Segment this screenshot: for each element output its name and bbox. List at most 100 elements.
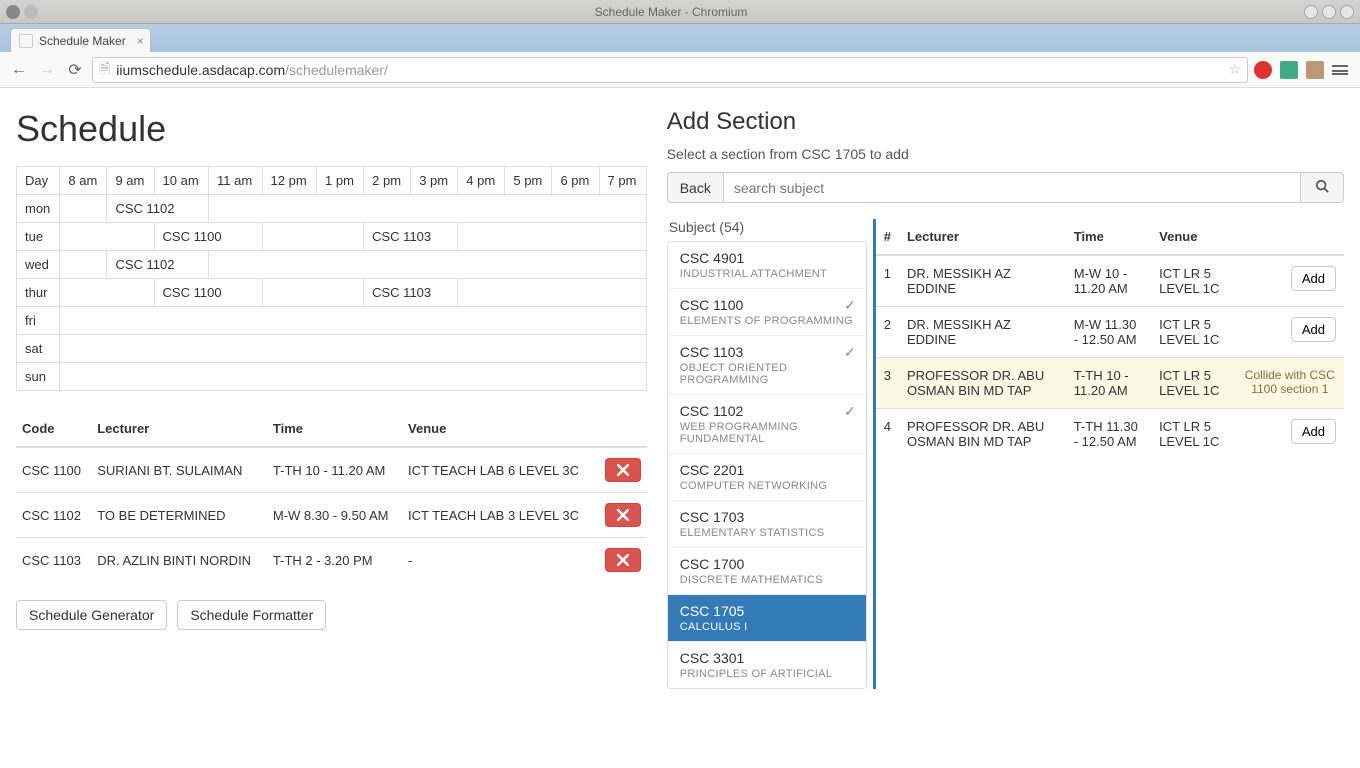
browser-toolbar: ← → ⟳ 🗎 iiumschedule.asdacap.com/schedul…	[0, 52, 1360, 88]
page-icon: 🗎	[99, 58, 110, 82]
schedule-cell-course: CSC 1100	[154, 223, 262, 251]
tab-close-button[interactable]: ×	[137, 34, 144, 48]
schedule-cell-empty	[60, 363, 646, 391]
tab-title: Schedule Maker	[39, 34, 126, 48]
search-button[interactable]	[1300, 172, 1344, 203]
section-num: 4	[876, 409, 899, 460]
section-row: 3PROFESSOR DR. ABU OSMAN BIN MD TAPT-TH …	[876, 358, 1344, 409]
schedule-panel: Schedule Day8 am9 am10 am11 am12 pm1 pm2…	[16, 108, 667, 689]
subject-name: ELEMENTARY STATISTICS	[680, 527, 854, 539]
detail-header: Lecturer	[91, 411, 267, 447]
section-header: Time	[1066, 219, 1151, 255]
adblock-icon[interactable]	[1254, 61, 1272, 79]
subject-item[interactable]: CSC 1102WEB PROGRAMMING FUNDAMENTAL✓	[668, 395, 866, 454]
day-label: wed	[17, 251, 60, 279]
subject-item[interactable]: CSC 1700DISCRETE MATHEMATICS	[668, 548, 866, 595]
subject-code: CSC 1102	[680, 403, 854, 419]
url-bar[interactable]: 🗎 iiumschedule.asdacap.com/schedulemaker…	[92, 57, 1248, 83]
enrolled-venue: ICT TEACH LAB 6 LEVEL 3C	[402, 447, 596, 493]
enrolled-row: CSC 1102TO BE DETERMINEDM-W 8.30 - 9.50 …	[16, 493, 647, 538]
window-controls	[1304, 5, 1354, 19]
schedule-generator-button[interactable]: Schedule Generator	[16, 600, 167, 630]
schedule-cell-empty	[458, 223, 646, 251]
section-header: Lecturer	[899, 219, 1066, 255]
subject-code: CSC 1103	[680, 344, 854, 360]
close-window-button[interactable]	[1340, 5, 1354, 19]
schedule-cell-empty	[60, 251, 107, 279]
schedule-cell-empty	[209, 251, 647, 279]
check-icon: ✓	[844, 403, 856, 420]
subject-item[interactable]: CSC 1705CALCULUS I	[668, 595, 866, 642]
forward-button[interactable]: →	[36, 59, 58, 81]
time-header: 10 am	[154, 167, 209, 195]
chromium-icon	[6, 5, 20, 19]
browser-tab[interactable]: Schedule Maker ×	[10, 28, 151, 52]
section-row: 4PROFESSOR DR. ABU OSMAN BIN MD TAPT-TH …	[876, 409, 1344, 460]
minimize-button[interactable]	[1304, 5, 1318, 19]
bookmark-icon[interactable]: ☆	[1228, 61, 1241, 78]
day-label: sun	[17, 363, 60, 391]
schedule-cell-course: CSC 1100	[154, 279, 262, 307]
time-header: 5 pm	[505, 167, 552, 195]
section-table: #LecturerTimeVenue 1DR. MESSIKH AZ EDDIN…	[876, 219, 1344, 459]
section-row: 1DR. MESSIKH AZ EDDINEM-W 10 - 11.20 AMI…	[876, 255, 1344, 307]
enrolled-code: CSC 1100	[16, 447, 91, 493]
window-title: Schedule Maker - Chromium	[595, 5, 748, 19]
search-row: Back	[667, 172, 1344, 203]
search-icon	[1315, 179, 1329, 193]
subject-item[interactable]: CSC 3301PRINCIPLES OF ARTIFICIAL	[668, 642, 866, 688]
search-input[interactable]	[723, 172, 1300, 203]
menu-icon[interactable]	[1332, 65, 1348, 75]
translate-icon[interactable]	[1280, 61, 1298, 79]
section-lecturer: DR. MESSIKH AZ EDDINE	[899, 255, 1066, 307]
back-button-section[interactable]: Back	[667, 172, 723, 203]
remove-button[interactable]	[605, 548, 641, 572]
subject-item[interactable]: CSC 1100ELEMENTS OF PROGRAMMING✓	[668, 289, 866, 336]
enrolled-lecturer: SURIANI BT. SULAIMAN	[91, 447, 267, 493]
remove-button[interactable]	[605, 458, 641, 482]
schedule-cell-empty	[60, 335, 646, 363]
add-button[interactable]: Add	[1291, 317, 1336, 342]
subject-code: CSC 2201	[680, 462, 854, 478]
detail-header: Code	[16, 411, 91, 447]
section-time: M-W 11.30 - 12.50 AM	[1066, 307, 1151, 358]
back-button[interactable]: ←	[8, 59, 30, 81]
favicon-icon	[19, 34, 33, 48]
time-header: 9 am	[107, 167, 154, 195]
section-venue: ICT LR 5 LEVEL 1C	[1151, 307, 1235, 358]
enrolled-venue: ICT TEACH LAB 3 LEVEL 3C	[402, 493, 596, 538]
subject-name: DISCRETE MATHEMATICS	[680, 574, 854, 586]
subject-name: ELEMENTS OF PROGRAMMING	[680, 315, 854, 327]
subject-item[interactable]: CSC 2201COMPUTER NETWORKING	[668, 454, 866, 501]
day-label: mon	[17, 195, 60, 223]
day-label: thur	[17, 279, 60, 307]
schedule-formatter-button[interactable]: Schedule Formatter	[177, 600, 326, 630]
time-header: 1 pm	[317, 167, 364, 195]
time-header: 7 pm	[599, 167, 646, 195]
add-button[interactable]: Add	[1291, 419, 1336, 444]
maximize-button[interactable]	[1322, 5, 1336, 19]
schedule-cell-empty	[262, 279, 364, 307]
subject-list[interactable]: CSC 4901INDUSTRIAL ATTACHMENTCSC 1100ELE…	[667, 241, 867, 689]
day-label: fri	[17, 307, 60, 335]
enrolled-time: T-TH 2 - 3.20 PM	[267, 538, 402, 583]
collision-note: Collide with CSC 1100 section 1	[1244, 368, 1336, 396]
add-button[interactable]: Add	[1291, 266, 1336, 291]
extension-icon[interactable]	[1306, 61, 1324, 79]
subject-item[interactable]: CSC 4901INDUSTRIAL ATTACHMENT	[668, 242, 866, 289]
time-header: 11 am	[209, 167, 263, 195]
section-lecturer: DR. MESSIKH AZ EDDINE	[899, 307, 1066, 358]
section-lecturer: PROFESSOR DR. ABU OSMAN BIN MD TAP	[899, 358, 1066, 409]
section-time: T-TH 11.30 - 12.50 AM	[1066, 409, 1151, 460]
subject-item[interactable]: CSC 1103OBJECT ORIENTED PROGRAMMING✓	[668, 336, 866, 395]
reload-button[interactable]: ⟳	[64, 59, 86, 81]
time-header: 8 am	[60, 167, 107, 195]
subject-item[interactable]: CSC 1703ELEMENTARY STATISTICS	[668, 501, 866, 548]
remove-button[interactable]	[605, 503, 641, 527]
check-icon: ✓	[844, 297, 856, 314]
enrolled-lecturer: DR. AZLIN BINTI NORDIN	[91, 538, 267, 583]
remove-icon	[617, 554, 629, 566]
time-header: Day	[17, 167, 60, 195]
enrolled-code: CSC 1103	[16, 538, 91, 583]
add-section-subtitle: Select a section from CSC 1705 to add	[667, 146, 1344, 162]
